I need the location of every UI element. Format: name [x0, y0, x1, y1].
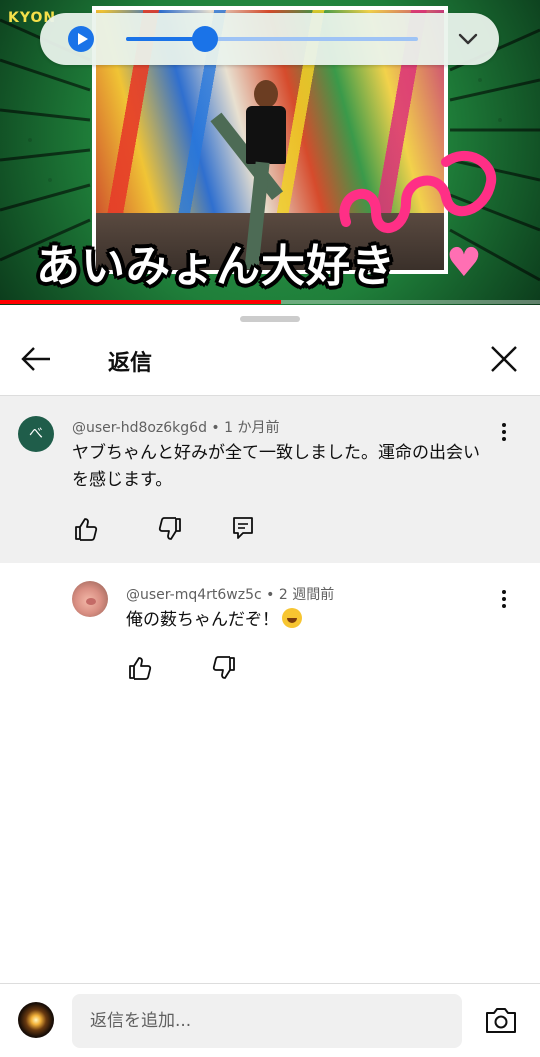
reply-text: 俺の薮ちゃんだぞ！ [126, 610, 279, 630]
grinning-emoji-icon [282, 608, 302, 628]
comment-time: 1 か月前 [224, 420, 280, 436]
sheet-drag-handle[interactable] [240, 316, 300, 322]
reply-input[interactable]: 返信を追加... [72, 994, 462, 1048]
close-icon[interactable] [486, 341, 522, 377]
thumbs-down-icon[interactable] [210, 654, 238, 682]
thumbs-up-icon[interactable] [72, 515, 100, 543]
video-player[interactable]: KYON あいみょん大好き ♥ [0, 0, 540, 305]
seek-thumb[interactable] [191, 26, 218, 52]
thumbs-up-icon[interactable] [126, 654, 154, 682]
reply-author[interactable]: @user-mq4rt6wz5c [126, 587, 262, 603]
avatar[interactable] [18, 1002, 54, 1038]
reply-time: 2 週間前 [278, 587, 335, 603]
replies-sheet: 返信 べ @user-hd8oz6kg6d • 1 か月前 ヤブちゃんと好みが全… [0, 305, 540, 1057]
pink-heart-icon: ♥ [446, 240, 482, 286]
sheet-header: 返信 [0, 323, 540, 395]
video-caption: あいみょん大好き [36, 241, 396, 292]
meta-separator: • [211, 420, 225, 436]
reply-meta: @user-mq4rt6wz5c • 2 週間前 [126, 584, 334, 604]
parent-comment: べ @user-hd8oz6kg6d • 1 か月前 ヤブちゃんと好みが全て一致… [0, 396, 540, 563]
video-progress-bar[interactable] [0, 300, 540, 304]
arrow-left-icon[interactable] [18, 341, 54, 377]
audio-player-bar [40, 13, 499, 65]
more-options-icon[interactable] [494, 420, 514, 444]
avatar[interactable] [72, 581, 108, 617]
meta-separator: • [266, 587, 279, 603]
more-options-icon[interactable] [494, 587, 514, 611]
seek-slider[interactable] [126, 26, 418, 52]
comment-text: ヤブちゃんと好みが全て一致しました。運命の出会いを感じます。 [72, 443, 480, 490]
chevron-down-icon[interactable] [454, 25, 482, 53]
comment-author[interactable]: @user-hd8oz6kg6d [72, 420, 207, 436]
play-icon[interactable] [68, 26, 94, 52]
video-progress-fill [0, 300, 281, 304]
reply-comment-icon[interactable] [229, 514, 257, 542]
comment-meta: @user-hd8oz6kg6d • 1 か月前 [72, 417, 280, 437]
composer-divider [0, 983, 540, 984]
sheet-title: 返信 [108, 351, 153, 376]
thumbs-down-icon[interactable] [156, 515, 184, 543]
camera-icon[interactable] [484, 1005, 518, 1035]
reply-text-row: 俺の薮ちゃんだぞ！ [126, 607, 302, 634]
avatar[interactable]: べ [18, 416, 54, 452]
